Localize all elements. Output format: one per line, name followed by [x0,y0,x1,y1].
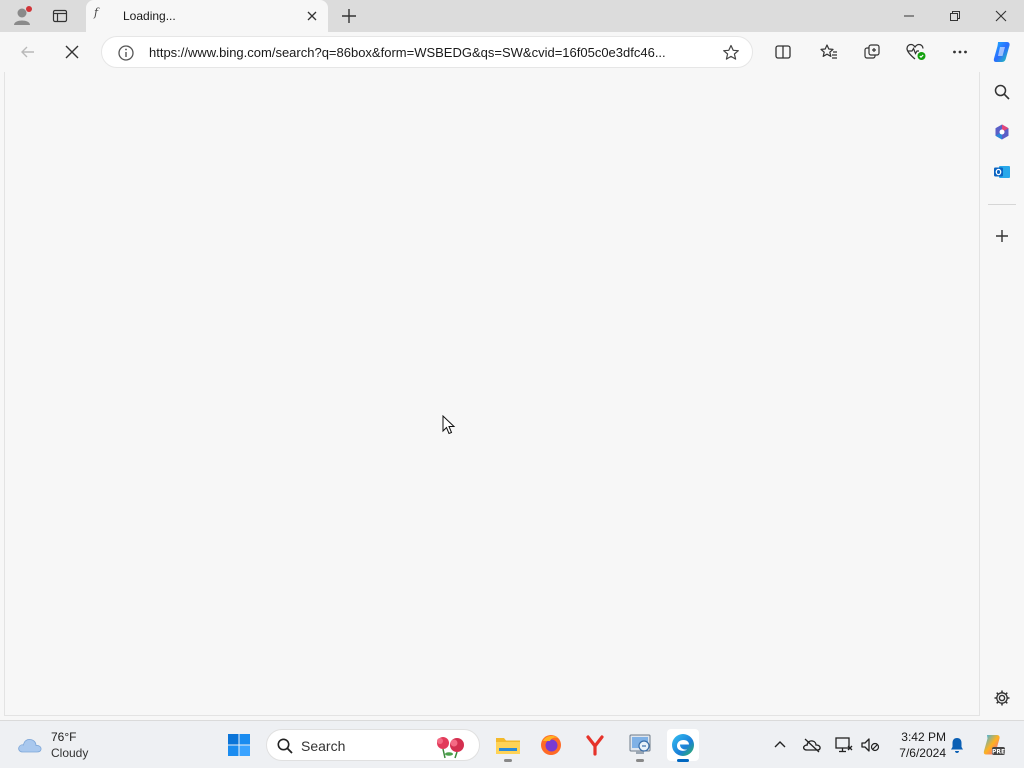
taskbar-file-explorer[interactable] [492,729,524,762]
stop-loading-button[interactable] [58,38,86,66]
search-icon [994,84,1010,100]
favicon-icon: f [94,6,99,19]
split-screen-icon [775,45,791,59]
tab-close-icon[interactable] [304,8,320,24]
collections-icon [864,44,880,59]
copilot-button[interactable] [988,38,1016,66]
sidebar-m365-button[interactable] [990,120,1014,144]
86box-icon [629,734,651,754]
search-highlight-flowers-icon [437,737,464,759]
taskbar-search[interactable]: Search [266,729,480,761]
windows-logo-icon [228,734,250,756]
close-window-button[interactable] [978,0,1024,32]
yandex-icon [586,735,604,756]
plus-icon [996,230,1008,242]
firefox-icon [541,735,561,755]
sidebar-divider [988,204,1016,205]
stop-icon [65,45,79,59]
sidebar-outlook-button[interactable] [990,160,1014,184]
profile-icon [14,6,32,25]
speaker-muted-icon [861,738,880,752]
microsoft-365-icon [995,124,1009,140]
folder-icon [496,738,520,754]
favorites-icon [820,44,837,59]
volume-tray[interactable] [858,733,882,757]
taskbar-yandex[interactable] [579,729,611,761]
sidebar-add-button[interactable] [990,224,1014,248]
site-info-icon[interactable] [117,44,135,62]
back-arrow-icon [21,46,34,58]
start-button[interactable] [223,729,255,761]
windows-taskbar: 76°F Cloudy Search 3:42 PM 7/6/2024 PRE [0,720,1024,768]
network-icon [835,737,853,753]
notifications-button[interactable] [945,733,969,757]
edge-icon [672,734,694,756]
clock-date: 7/6/2024 [899,746,946,760]
onedrive-offline-icon [802,738,821,753]
running-indicator [504,759,512,762]
outlook-icon [994,166,1010,178]
weather-widget[interactable]: 76°F Cloudy [16,729,126,761]
address-url[interactable]: https://www.bing.com/search?q=86box&form… [149,45,714,60]
svg-text:PRE: PRE [992,748,1005,755]
chevron-up-icon [774,741,786,748]
taskbar-copilot-button[interactable]: PRE [979,731,1007,759]
taskbar-86box[interactable] [624,729,656,762]
heart-pulse-icon [906,43,926,60]
search-label: Search [301,738,346,754]
search-icon [277,738,293,754]
onedrive-tray[interactable] [800,733,824,757]
more-dots-icon [953,50,967,54]
clock-time: 3:42 PM [901,730,946,744]
browser-toolbar: https://www.bing.com/search?q=86box&form… [0,32,1024,72]
tab-title: Loading... [123,9,176,23]
taskbar-edge[interactable] [667,729,699,762]
close-icon [995,10,1007,22]
favorites-button[interactable] [814,38,842,66]
tab-active[interactable]: f Loading... [86,0,328,32]
settings-more-button[interactable] [946,38,974,66]
taskbar-firefox[interactable] [535,729,567,761]
active-indicator [677,759,689,762]
browser-essentials-button[interactable] [902,38,930,66]
sidebar-search-button[interactable] [990,80,1014,104]
gear-icon [994,690,1010,706]
address-bar[interactable]: https://www.bing.com/search?q=86box&form… [101,36,753,68]
system-clock[interactable]: 3:42 PM 7/6/2024 [888,729,946,761]
mouse-cursor-icon [442,415,456,435]
minimize-button[interactable] [886,0,932,32]
split-screen-button[interactable] [769,38,797,66]
minimize-icon [904,15,914,17]
network-tray[interactable] [832,733,856,757]
new-tab-button[interactable] [337,4,361,28]
profile-button[interactable] [8,4,36,28]
copilot-icon [993,42,1010,62]
show-hidden-icons-button[interactable] [768,733,792,757]
tab-actions-button[interactable] [46,4,74,28]
back-button[interactable] [14,38,42,66]
bell-icon [951,738,963,753]
sidebar-settings-button[interactable] [990,686,1014,710]
favorite-star-icon[interactable] [721,43,741,63]
restore-button[interactable] [932,0,978,32]
restore-icon [950,11,960,21]
collections-button[interactable] [858,38,886,66]
copilot-pre-icon: PRE [983,735,1005,755]
page-content-area[interactable] [4,72,980,716]
edge-sidebar [982,72,1024,720]
tab-actions-icon [52,9,68,23]
tab-bar: f Loading... [0,0,1024,32]
weather-temperature: 76°F [51,730,77,744]
running-indicator [636,759,644,762]
weather-condition: Cloudy [51,746,89,760]
cloud-icon [18,739,42,753]
